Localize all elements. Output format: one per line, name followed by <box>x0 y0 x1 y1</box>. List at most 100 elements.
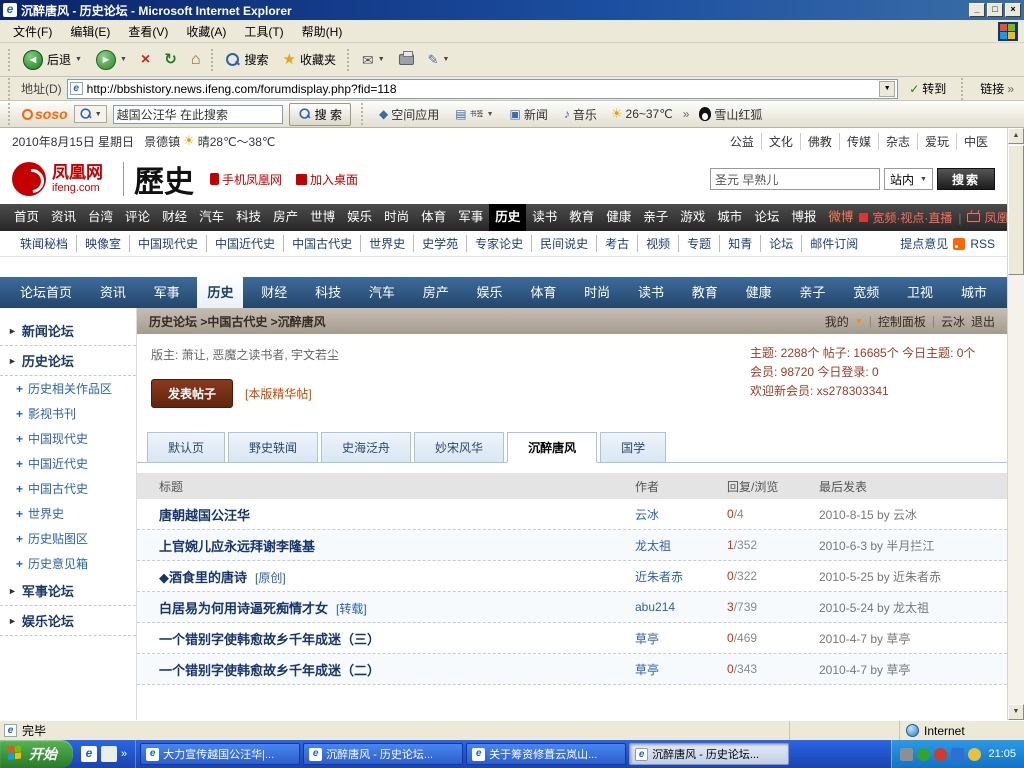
thread-title-link[interactable]: ◆酒食里的唐诗[原创] <box>137 567 635 586</box>
close-button[interactable]: × <box>1005 3 1021 17</box>
search-button[interactable]: 搜索 <box>219 47 275 72</box>
maximize-button[interactable]: □ <box>987 3 1003 17</box>
thread-title[interactable]: 一个错别字使韩愈故乡千年成迷（二） <box>159 663 380 678</box>
sidebar-item[interactable]: ► + 历史论坛 <box>0 346 136 376</box>
task-button[interactable]: e 沉醉唐风 - 历史论坛... <box>629 743 789 765</box>
thread-title[interactable]: 唐朝越国公汪华 <box>159 508 250 523</box>
forum-nav-item[interactable]: 汽车 <box>359 277 405 308</box>
thread-author-link[interactable]: 草亭 <box>635 630 727 647</box>
task-button[interactable]: e 大力宣传越国公汪华|... <box>140 743 300 765</box>
forum-tab[interactable]: 史海泛舟 <box>321 432 411 463</box>
forum-tab[interactable]: 默认页 <box>147 432 225 463</box>
favorites-button[interactable]: ★ 收藏夹 <box>276 47 343 72</box>
sub-nav-item[interactable]: 中国现代史 <box>130 235 207 252</box>
scroll-up-button[interactable]: ▲ <box>1008 128 1024 144</box>
forum-nav-item[interactable]: 体育 <box>520 277 566 308</box>
forum-tab[interactable]: 妙宋风华 <box>414 432 504 463</box>
stop-button[interactable]: × <box>134 48 157 72</box>
forum-nav-item[interactable]: 时尚 <box>574 277 620 308</box>
sidebar-item[interactable]: ► + 中国古代史 <box>0 476 136 501</box>
main-nav-item[interactable]: 时尚 <box>378 204 415 231</box>
sidebar-item[interactable]: ► + 军事论坛 <box>0 576 136 606</box>
ifeng-brand[interactable]: 凤凰网 ifeng.com <box>52 164 103 195</box>
minimize-button[interactable]: _ <box>969 3 985 17</box>
soso-scope-button[interactable]: ▼ <box>74 105 107 123</box>
sidebar-item[interactable]: ► + 新闻论坛 <box>0 316 136 346</box>
back-button[interactable]: ◄ 后退 ▼ <box>16 46 89 74</box>
top-link[interactable]: 杂志 <box>879 133 918 150</box>
tray-printer-icon[interactable] <box>900 748 913 761</box>
forum-nav-item[interactable]: 卫视 <box>897 277 943 308</box>
broadcast-link[interactable]: 宽频·视点·直播 <box>859 209 952 226</box>
forum-nav-item[interactable]: 财经 <box>251 277 297 308</box>
toolbar-grip[interactable] <box>8 103 12 125</box>
site-search-button[interactable]: 搜索 <box>937 168 995 190</box>
address-url[interactable]: http://bbshistory.news.ifeng.com/forumdi… <box>87 82 876 96</box>
main-nav-item[interactable]: 读书 <box>526 204 563 231</box>
sidebar-item[interactable]: ► + 影视书刊 <box>0 401 136 426</box>
sidebar-item[interactable]: ► + 历史相关作品区 <box>0 376 136 401</box>
forum-nav-item[interactable]: 历史 <box>197 277 243 308</box>
sub-nav-item[interactable]: 知青 <box>720 235 761 252</box>
scroll-down-button[interactable]: ▼ <box>1008 704 1024 720</box>
sidebar-item[interactable]: ► + 历史贴图区 <box>0 526 136 551</box>
thread-last-post[interactable]: 2010-4-7 by 草亭 <box>819 661 1007 678</box>
sidebar-item[interactable]: ► + 历史意见箱 <box>0 551 136 576</box>
soso-more-chevron-icon[interactable]: » <box>683 107 690 121</box>
menu-item[interactable]: 查看(V) <box>119 21 177 42</box>
forum-nav-item[interactable]: 城市 <box>951 277 997 308</box>
show-desktop-icon[interactable] <box>101 746 117 762</box>
search-scope-select[interactable]: 站内 ▼ <box>884 168 933 190</box>
main-nav-item[interactable]: 世博 <box>304 204 341 231</box>
main-nav-item[interactable]: 台湾 <box>82 204 119 231</box>
control-panel-link[interactable]: 控制面板 <box>878 313 926 330</box>
my-menu[interactable]: 我的 <box>825 313 849 330</box>
forum-nav-item[interactable]: 教育 <box>682 277 728 308</box>
soso-search-button[interactable]: 搜 索 <box>289 103 351 126</box>
task-button[interactable]: e 关于筹资修葺云岚山... <box>466 743 626 765</box>
thread-author-link[interactable]: abu214 <box>635 600 727 614</box>
quick-launch-ie-icon[interactable]: e <box>81 746 97 762</box>
thread-title[interactable]: 一个错别字使韩愈故乡千年成迷（三） <box>159 632 380 647</box>
thread-last-post[interactable]: 2010-4-7 by 草亭 <box>819 630 1007 647</box>
main-nav-item[interactable]: 论坛 <box>748 204 785 231</box>
menu-item[interactable]: 文件(F) <box>4 21 61 42</box>
add-desktop-link[interactable]: 加入桌面 <box>296 171 358 188</box>
vertical-scrollbar[interactable]: ▲ ▼ <box>1007 128 1024 720</box>
sub-nav-item[interactable]: 邮件订阅 <box>802 235 866 252</box>
soso-link[interactable]: ▣ 新闻 ▼ <box>506 104 552 125</box>
tray-clock[interactable]: 21:05 <box>988 748 1016 760</box>
main-nav-item[interactable]: 健康 <box>600 204 637 231</box>
site-search-input[interactable] <box>710 168 880 190</box>
sub-nav-item[interactable]: 映像室 <box>77 235 130 252</box>
main-nav-item[interactable]: 评论 <box>119 204 156 231</box>
sub-nav-item[interactable]: 专家论史 <box>467 235 532 252</box>
top-link[interactable]: 爱玩 <box>918 133 957 150</box>
top-link[interactable]: 佛教 <box>801 133 840 150</box>
thread-title[interactable]: ◆酒食里的唐诗 <box>159 570 247 585</box>
forum-nav-item[interactable]: 科技 <box>305 277 351 308</box>
soso-link[interactable]: ♪ 音乐 ▼ <box>560 104 601 125</box>
thread-author-link[interactable]: 近朱者赤 <box>635 568 727 585</box>
main-nav-item[interactable]: 资讯 <box>45 204 82 231</box>
mobile-link[interactable]: 手机凤凰网 <box>210 171 282 188</box>
phoenix-tv-link[interactable]: 凤凰卫视 <box>967 209 1007 226</box>
ifeng-logo-icon[interactable] <box>12 162 46 196</box>
forum-tab[interactable]: 野史轶闻 <box>228 432 318 463</box>
username-link[interactable]: 云冰 <box>941 313 965 330</box>
thread-title-link[interactable]: 白居易为何用诗逼死痴情才女[转载] <box>137 598 635 617</box>
go-button[interactable]: ✓ 转到 <box>903 78 952 99</box>
thread-author-link[interactable]: 草亭 <box>635 661 727 678</box>
forum-tab[interactable]: 国学 <box>600 432 666 463</box>
top-link[interactable]: 中医 <box>957 133 995 150</box>
tray-messenger-icon[interactable] <box>951 748 964 761</box>
digest-link[interactable]: [本版精华帖] <box>245 385 312 402</box>
main-nav-item[interactable]: 汽车 <box>193 204 230 231</box>
top-link[interactable]: 文化 <box>762 133 801 150</box>
scrollbar-thumb[interactable] <box>1008 145 1024 275</box>
thread-last-post[interactable]: 2010-5-25 by 近朱者赤 <box>819 568 1007 585</box>
thread-title[interactable]: 白居易为何用诗逼死痴情才女 <box>159 601 328 616</box>
forum-nav-item[interactable]: 房产 <box>413 277 459 308</box>
main-nav-item[interactable]: 历史 <box>489 204 526 231</box>
refresh-button[interactable]: ↻ <box>157 48 184 72</box>
